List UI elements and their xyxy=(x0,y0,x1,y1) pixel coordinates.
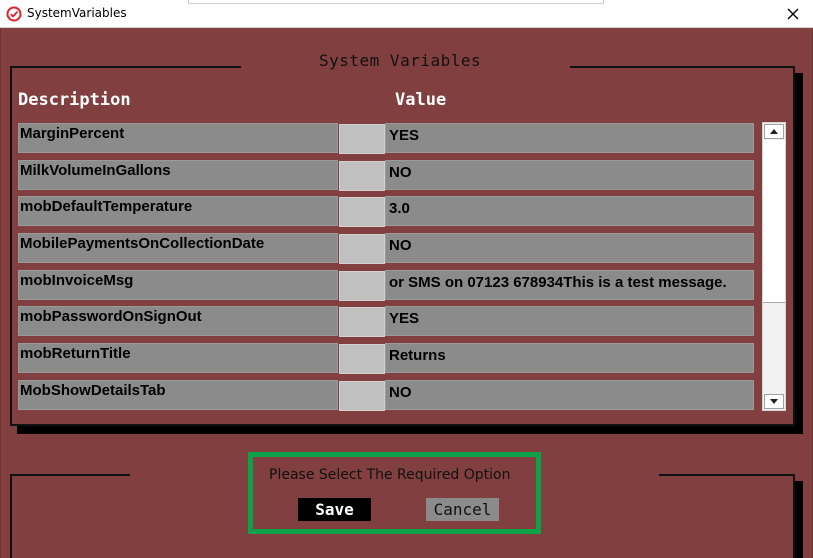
scroll-up-button[interactable] xyxy=(764,124,784,139)
window-title: SystemVariables xyxy=(27,6,127,20)
dialog-heading: System Variables xyxy=(319,51,482,70)
scroll-up-arrow-icon xyxy=(770,129,778,134)
variable-description: mobPasswordOnSignOut xyxy=(18,306,338,336)
variable-value-field[interactable]: 3.0 xyxy=(385,196,754,226)
row-selector[interactable] xyxy=(339,161,385,191)
variable-description: mobReturnTitle xyxy=(18,343,338,373)
variable-value-field[interactable]: or SMS on 07123 678934This is a test mes… xyxy=(385,270,754,300)
variable-value-field[interactable]: NO xyxy=(385,380,754,410)
dialog-client: System Variables Description Value Margi… xyxy=(0,28,813,558)
row-selector[interactable] xyxy=(339,124,385,154)
vertical-scrollbar[interactable] xyxy=(762,122,786,411)
variable-description: mobInvoiceMsg xyxy=(18,270,338,300)
title-tab-strip xyxy=(188,0,604,4)
variable-value-field[interactable]: NO xyxy=(385,160,754,190)
scroll-thumb[interactable] xyxy=(763,140,785,303)
close-button[interactable] xyxy=(773,0,813,28)
variable-value-field[interactable]: YES xyxy=(385,306,754,336)
option-prompt: Please Select The Required Option xyxy=(269,467,511,483)
variable-value-field[interactable]: NO xyxy=(385,233,754,263)
row-selector[interactable] xyxy=(339,197,385,227)
variable-description: mobDefaultTemperature xyxy=(18,196,338,226)
cancel-button[interactable]: Cancel xyxy=(426,498,499,521)
scroll-down-arrow-icon xyxy=(770,399,778,404)
app-logo-icon xyxy=(6,6,22,22)
variable-description: MobilePaymentsOnCollectionDate xyxy=(18,233,338,263)
variable-description: MobShowDetailsTab xyxy=(18,380,338,410)
column-header-value: Value xyxy=(395,90,447,110)
option-selection-box: Please Select The Required Option Save C… xyxy=(248,452,541,534)
variable-description: MilkVolumeInGallons xyxy=(18,160,338,190)
variable-value-field[interactable]: Returns xyxy=(385,343,754,373)
save-button[interactable]: Save xyxy=(298,498,371,521)
close-icon xyxy=(787,8,799,20)
scroll-down-button[interactable] xyxy=(764,394,784,409)
row-selector[interactable] xyxy=(339,344,385,374)
variable-description: MarginPercent xyxy=(18,123,338,153)
variable-value-field[interactable]: YES xyxy=(385,123,754,153)
row-selector[interactable] xyxy=(339,271,385,301)
row-selector[interactable] xyxy=(339,381,385,411)
row-selector[interactable] xyxy=(339,307,385,337)
title-bar: SystemVariables xyxy=(0,0,813,28)
row-selector[interactable] xyxy=(339,234,385,264)
column-header-description: Description xyxy=(18,90,131,110)
